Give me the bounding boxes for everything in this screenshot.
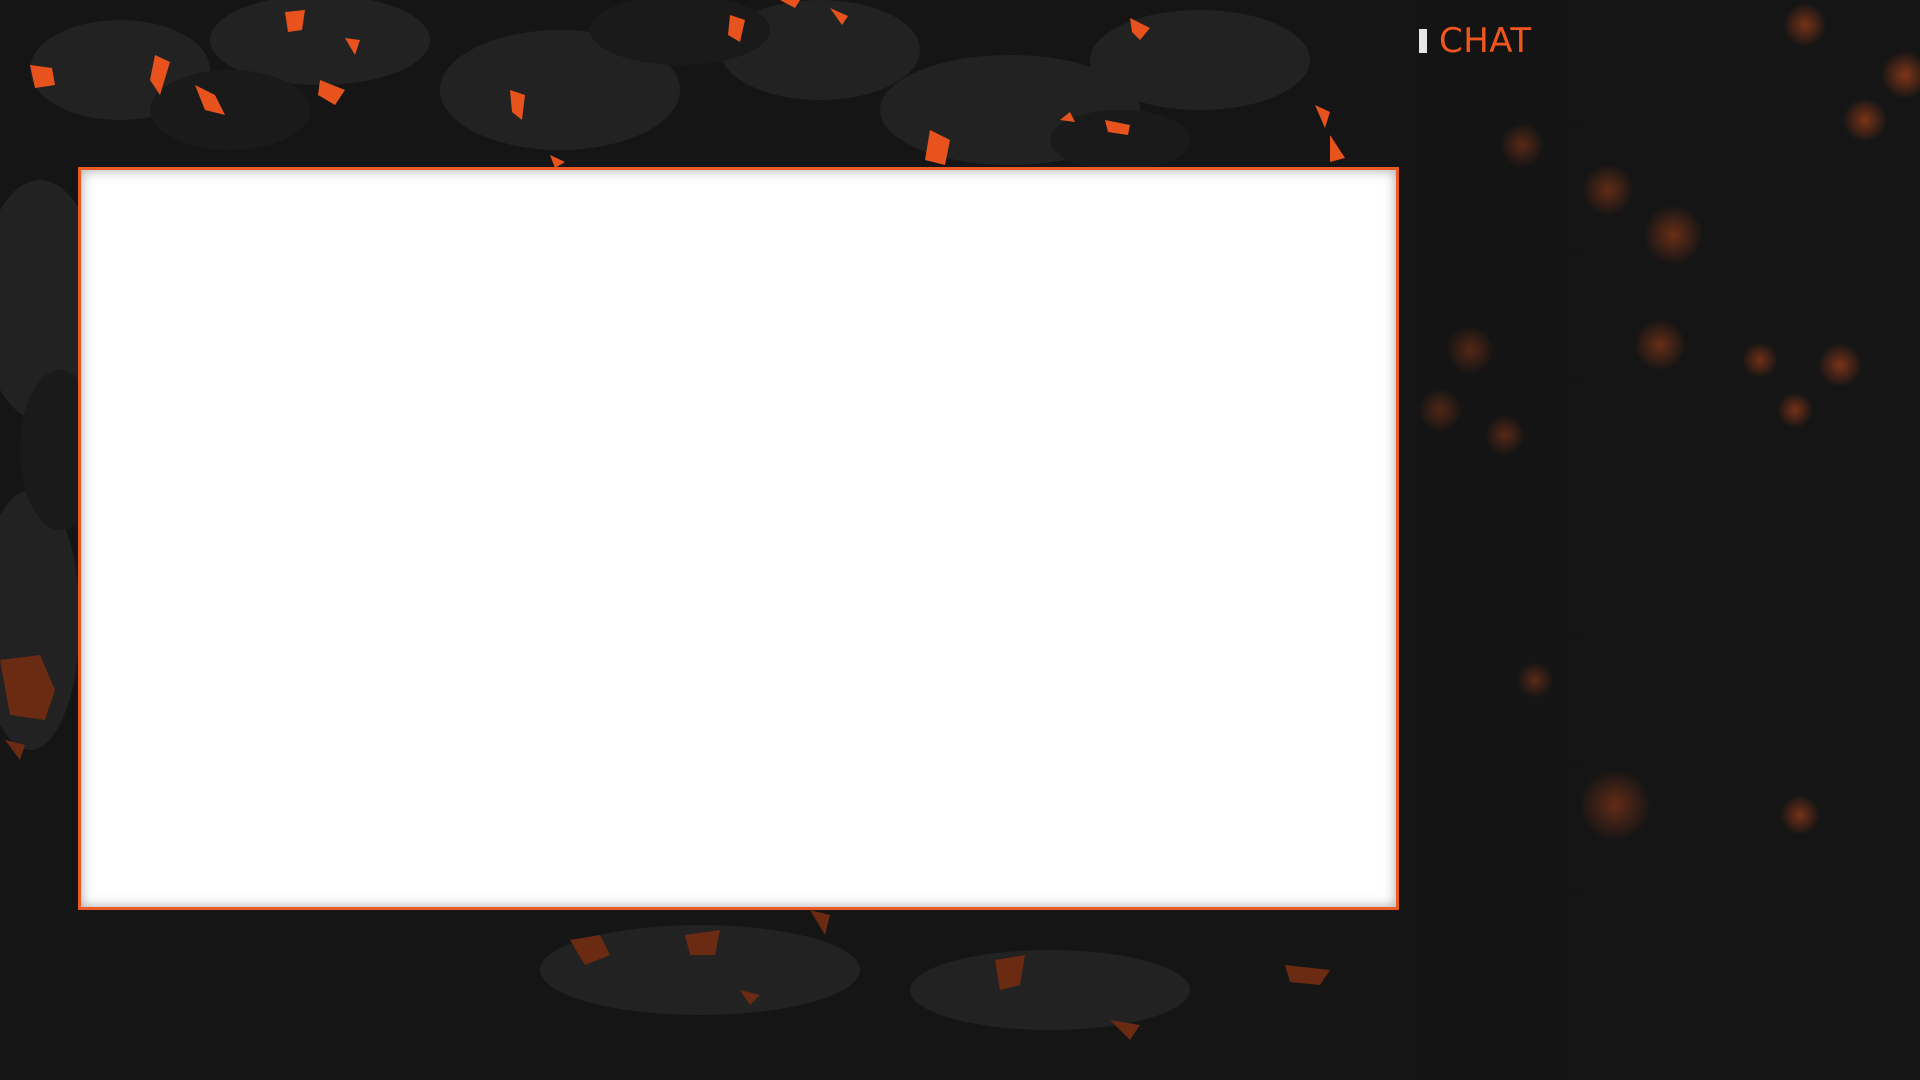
chat-marker-bar xyxy=(1419,29,1427,53)
chat-header: CHAT xyxy=(1419,20,1532,62)
stream-overlay: CHAT xyxy=(0,0,1920,1080)
chat-panel xyxy=(1418,0,1920,1080)
chat-title: CHAT xyxy=(1439,21,1532,61)
video-frame xyxy=(78,167,1399,910)
